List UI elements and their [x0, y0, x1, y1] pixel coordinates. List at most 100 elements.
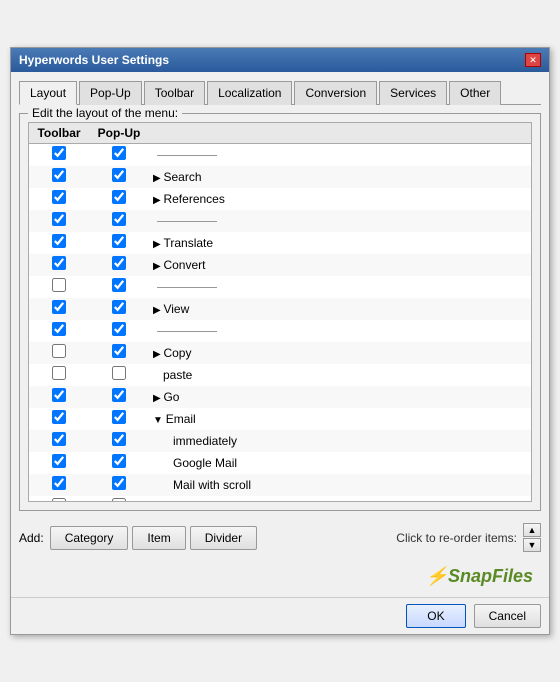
toolbar-checkbox[interactable]	[52, 498, 66, 502]
popup-cell[interactable]	[89, 298, 149, 320]
popup-cell[interactable]	[89, 210, 149, 232]
toolbar-cell[interactable]	[29, 452, 89, 474]
popup-cell[interactable]	[89, 188, 149, 210]
popup-cell[interactable]	[89, 166, 149, 188]
tab-conversion[interactable]: Conversion	[294, 81, 377, 105]
toolbar-cell[interactable]	[29, 276, 89, 298]
tab-popup[interactable]: Pop-Up	[79, 81, 142, 105]
popup-checkbox[interactable]	[112, 344, 126, 358]
table-row: Google Mail	[29, 452, 531, 474]
toolbar-cell[interactable]	[29, 298, 89, 320]
popup-checkbox[interactable]	[112, 278, 126, 292]
toolbar-checkbox[interactable]	[52, 146, 66, 160]
popup-checkbox[interactable]	[112, 476, 126, 490]
toolbar-cell[interactable]	[29, 364, 89, 386]
popup-checkbox[interactable]	[112, 300, 126, 314]
toolbar-cell[interactable]	[29, 408, 89, 430]
toolbar-cell[interactable]	[29, 496, 89, 503]
ok-cancel-area: OK Cancel	[11, 597, 549, 634]
item-cell: References	[149, 188, 531, 210]
tab-bar: Layout Pop-Up Toolbar Localization Conve…	[19, 80, 541, 105]
popup-checkbox[interactable]	[112, 212, 126, 226]
ok-button[interactable]: OK	[406, 604, 465, 628]
toolbar-checkbox[interactable]	[52, 388, 66, 402]
popup-cell[interactable]	[89, 320, 149, 342]
popup-cell[interactable]	[89, 430, 149, 452]
toolbar-checkbox[interactable]	[52, 300, 66, 314]
tab-layout[interactable]: Layout	[19, 81, 77, 105]
item-cell: Copy	[149, 342, 531, 364]
toolbar-checkbox[interactable]	[52, 344, 66, 358]
item-label: Translate	[153, 236, 213, 250]
popup-checkbox[interactable]	[112, 146, 126, 160]
item-label: Go	[153, 390, 179, 404]
popup-cell[interactable]	[89, 386, 149, 408]
toolbar-checkbox[interactable]	[52, 476, 66, 490]
reorder-up-button[interactable]: ▲	[523, 523, 541, 537]
popup-checkbox[interactable]	[112, 190, 126, 204]
divider-line	[157, 331, 217, 332]
toolbar-checkbox[interactable]	[52, 234, 66, 248]
popup-checkbox[interactable]	[112, 322, 126, 336]
toolbar-cell[interactable]	[29, 166, 89, 188]
toolbar-cell[interactable]	[29, 188, 89, 210]
toolbar-checkbox[interactable]	[52, 366, 66, 380]
category-button[interactable]: Category	[50, 526, 129, 550]
popup-cell[interactable]	[89, 474, 149, 496]
tab-services[interactable]: Services	[379, 81, 447, 105]
popup-cell[interactable]	[89, 232, 149, 254]
toolbar-cell[interactable]	[29, 474, 89, 496]
tab-other[interactable]: Other	[449, 81, 501, 105]
toolbar-checkbox[interactable]	[52, 278, 66, 292]
toolbar-cell[interactable]	[29, 232, 89, 254]
item-cell: Blog	[149, 496, 531, 503]
popup-checkbox[interactable]	[112, 168, 126, 182]
toolbar-cell[interactable]	[29, 320, 89, 342]
divider-button[interactable]: Divider	[190, 526, 257, 550]
toolbar-checkbox[interactable]	[52, 168, 66, 182]
reorder-down-button[interactable]: ▼	[523, 538, 541, 552]
cancel-button[interactable]: Cancel	[474, 604, 541, 628]
popup-cell[interactable]	[89, 276, 149, 298]
popup-checkbox[interactable]	[112, 366, 126, 380]
popup-checkbox[interactable]	[112, 498, 126, 502]
item-button[interactable]: Item	[132, 526, 185, 550]
toolbar-checkbox[interactable]	[52, 432, 66, 446]
popup-cell[interactable]	[89, 452, 149, 474]
popup-checkbox[interactable]	[112, 388, 126, 402]
popup-cell[interactable]	[89, 408, 149, 430]
toolbar-checkbox[interactable]	[52, 410, 66, 424]
item-label: Search	[153, 170, 202, 184]
popup-cell[interactable]	[89, 342, 149, 364]
toolbar-cell[interactable]	[29, 144, 89, 166]
tab-localization[interactable]: Localization	[207, 81, 292, 105]
menu-table-container[interactable]: Toolbar Pop-Up SearchReferencesTranslate…	[28, 122, 532, 502]
toolbar-checkbox[interactable]	[52, 190, 66, 204]
toolbar-cell[interactable]	[29, 342, 89, 364]
popup-checkbox[interactable]	[112, 410, 126, 424]
item-cell	[149, 210, 531, 232]
item-label: immediately	[153, 434, 237, 448]
popup-cell[interactable]	[89, 144, 149, 166]
table-row: Convert	[29, 254, 531, 276]
popup-checkbox[interactable]	[112, 454, 126, 468]
toolbar-checkbox[interactable]	[52, 256, 66, 270]
close-button[interactable]: ✕	[525, 53, 541, 67]
popup-checkbox[interactable]	[112, 234, 126, 248]
popup-cell[interactable]	[89, 496, 149, 503]
popup-cell[interactable]	[89, 254, 149, 276]
table-row: paste	[29, 364, 531, 386]
toolbar-cell[interactable]	[29, 386, 89, 408]
toolbar-cell[interactable]	[29, 430, 89, 452]
layout-group: Edit the layout of the menu: Toolbar Pop…	[19, 113, 541, 511]
popup-checkbox[interactable]	[112, 432, 126, 446]
toolbar-cell[interactable]	[29, 210, 89, 232]
tab-toolbar[interactable]: Toolbar	[144, 81, 205, 105]
popup-checkbox[interactable]	[112, 256, 126, 270]
popup-cell[interactable]	[89, 364, 149, 386]
toolbar-checkbox[interactable]	[52, 212, 66, 226]
toolbar-cell[interactable]	[29, 254, 89, 276]
toolbar-checkbox[interactable]	[52, 322, 66, 336]
reorder-buttons: ▲ ▼	[523, 523, 541, 552]
toolbar-checkbox[interactable]	[52, 454, 66, 468]
